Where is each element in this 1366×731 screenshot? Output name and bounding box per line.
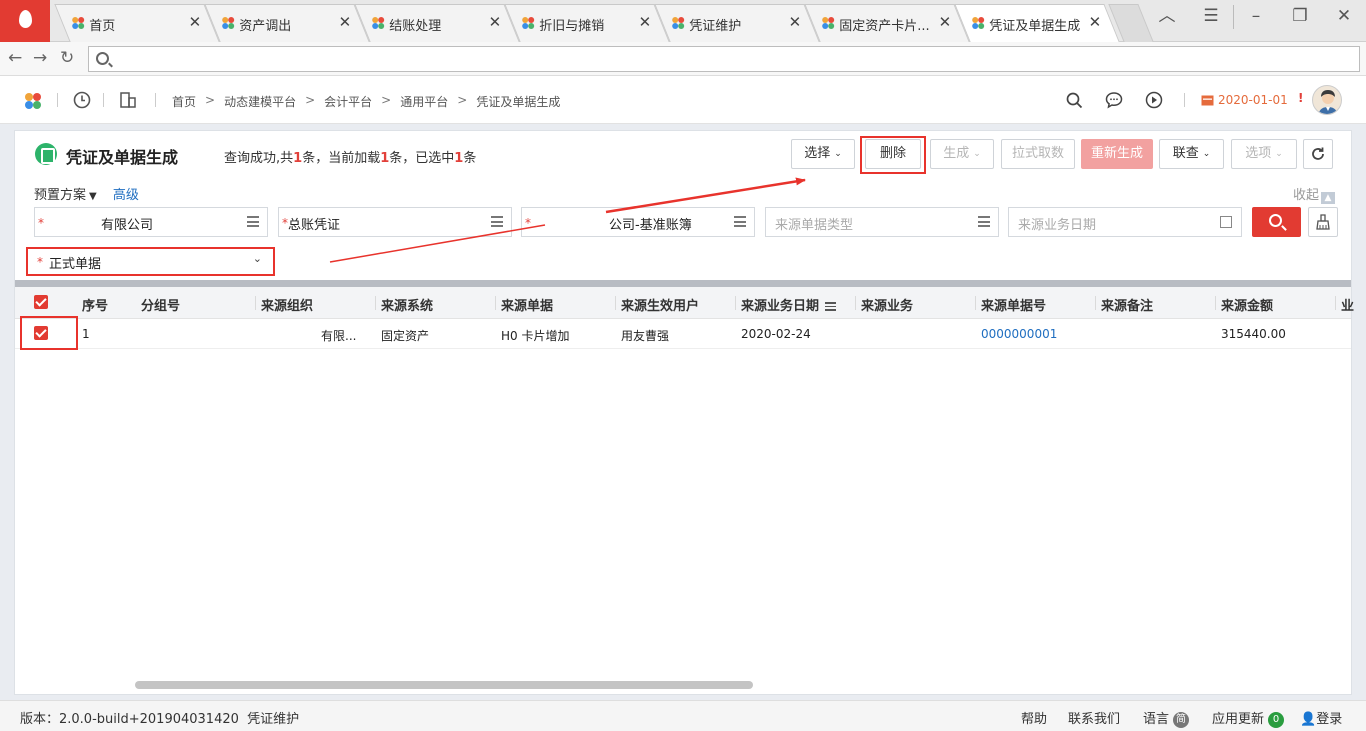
user-icon: 👤: [1300, 712, 1317, 727]
version-text: 版本：2.0.0-build+201904031420 凭证维护: [20, 712, 300, 727]
app-update-link[interactable]: 应用更新 0: [1212, 708, 1285, 728]
language-switch[interactable]: 语言简: [1143, 708, 1190, 728]
annotation-arrows: [329, 177, 806, 263]
update-count-badge: 0: [1268, 712, 1285, 728]
contact-link[interactable]: 联系我们: [1068, 708, 1120, 727]
help-link[interactable]: 帮助: [1021, 708, 1047, 727]
language-badge: 简: [1173, 712, 1190, 728]
status-bar: 版本：2.0.0-build+201904031420 凭证维护 帮助 联系我们…: [0, 700, 1366, 731]
login-link[interactable]: 👤登录: [1300, 708, 1342, 727]
